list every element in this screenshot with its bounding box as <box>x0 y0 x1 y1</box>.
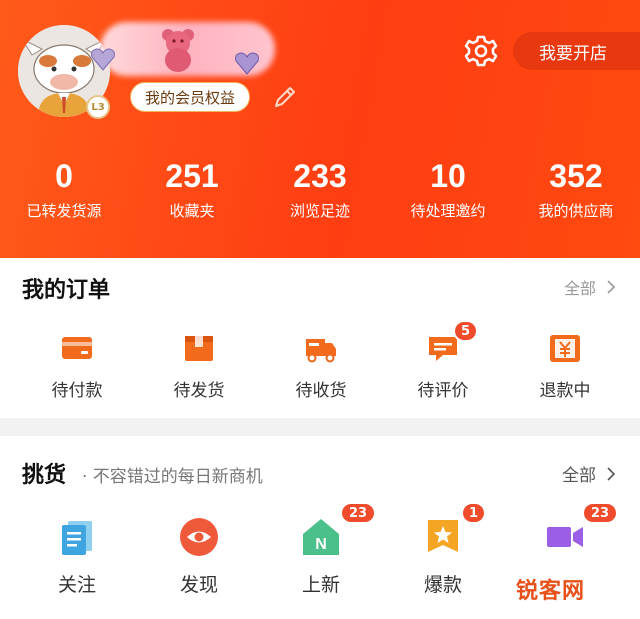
order-pending-shipment[interactable]: 待发货 <box>138 330 260 401</box>
stat-value: 251 <box>165 158 219 194</box>
item-label: 上新 <box>301 574 340 596</box>
item-label: 关注 <box>57 574 96 596</box>
stat-value: 352 <box>549 158 603 194</box>
stat-value: 233 <box>293 158 347 194</box>
item-label: 待评价 <box>417 381 469 401</box>
heart-gem-icon <box>235 52 259 75</box>
all-label: 全部 <box>562 466 596 486</box>
item-label: 待发货 <box>173 381 225 401</box>
pick-new-arrivals[interactable]: N 23 上新 <box>260 502 382 597</box>
stat-value: 0 <box>55 158 73 194</box>
pick-discover[interactable]: 发现 <box>138 516 260 597</box>
document-icon <box>62 521 92 555</box>
stat-label: 收藏夹 <box>169 202 215 220</box>
eye-icon <box>180 518 218 556</box>
picks-title: 挑货 <box>22 463 67 488</box>
pick-follow[interactable]: 关注 <box>16 516 138 597</box>
watermark: 锐客网 <box>516 579 586 604</box>
stat-label: 我的供应商 <box>538 202 614 220</box>
stat-value: 10 <box>430 158 466 194</box>
item-label: 发现 <box>179 574 218 596</box>
stat-forwarded[interactable]: 0 已转发货源 <box>0 156 128 221</box>
pick-hot-items[interactable]: 1 爆款 <box>382 502 504 597</box>
orders-all-link[interactable]: 全部 <box>564 275 616 299</box>
stat-invitations[interactable]: 10 待处理邀约 <box>384 156 512 221</box>
star-ribbon-icon <box>428 520 458 552</box>
wallet-icon <box>62 337 92 359</box>
picks-subtitle: · 不容错过的每日新商机 <box>82 467 263 487</box>
stat-favorites[interactable]: 251 收藏夹 <box>128 156 256 221</box>
profile-header: L3 我的会员权益 我要开店 0 已转发货源 251 收藏夹 233 浏览足迹 … <box>0 0 640 258</box>
stat-label: 浏览足迹 <box>289 202 350 220</box>
orders-title: 我的订单 <box>22 278 111 303</box>
review-count-badge: 5 <box>453 320 479 342</box>
stat-label: 已转发货源 <box>26 202 102 220</box>
gummy-bear-icon <box>162 29 194 72</box>
order-status-row: 待付款 待发货 待收货 5 待评价 退款中 <box>0 320 640 401</box>
order-refunding[interactable]: 退款中 <box>504 330 626 401</box>
heart-gem-icon <box>91 48 115 71</box>
video-count-badge: 23 <box>582 502 618 524</box>
member-benefits-button[interactable]: 我的会员权益 <box>130 82 251 112</box>
order-pending-review[interactable]: 5 待评价 <box>382 320 504 401</box>
svg-text:N: N <box>315 536 327 553</box>
chevron-right-icon <box>607 466 616 481</box>
truck-icon <box>306 339 336 363</box>
order-pending-payment[interactable]: 待付款 <box>16 330 138 401</box>
box-icon <box>185 336 213 361</box>
hot-count-badge: 1 <box>461 502 487 524</box>
stat-label: 待处理邀约 <box>410 202 486 220</box>
new-house-icon: N <box>303 519 339 555</box>
stats-bar: 0 已转发货源 251 收藏夹 233 浏览足迹 10 待处理邀约 352 我的… <box>0 156 640 221</box>
new-count-badge: 23 <box>340 502 376 524</box>
level-badge: L3 <box>86 95 110 119</box>
edit-pencil-icon[interactable] <box>270 82 300 112</box>
order-pending-receipt[interactable]: 待收货 <box>260 330 382 401</box>
picks-all-link[interactable]: 全部 <box>562 461 616 486</box>
chevron-right-icon <box>607 280 616 294</box>
video-icon <box>547 527 583 547</box>
orders-card: 我的订单 全部 待付款 待发货 待收货 5 待评价 退款中 <box>0 258 640 418</box>
item-label: 待付款 <box>51 381 103 401</box>
item-label: 爆款 <box>423 574 462 596</box>
stat-suppliers[interactable]: 352 我的供应商 <box>512 156 640 221</box>
item-label: 退款中 <box>539 381 591 401</box>
refund-icon <box>550 335 580 362</box>
open-shop-button[interactable]: 我要开店 <box>513 32 640 70</box>
settings-gear-icon[interactable] <box>464 34 498 68</box>
item-label: 待收货 <box>295 381 347 401</box>
all-label: 全部 <box>563 279 596 298</box>
stat-history[interactable]: 233 浏览足迹 <box>256 156 384 221</box>
